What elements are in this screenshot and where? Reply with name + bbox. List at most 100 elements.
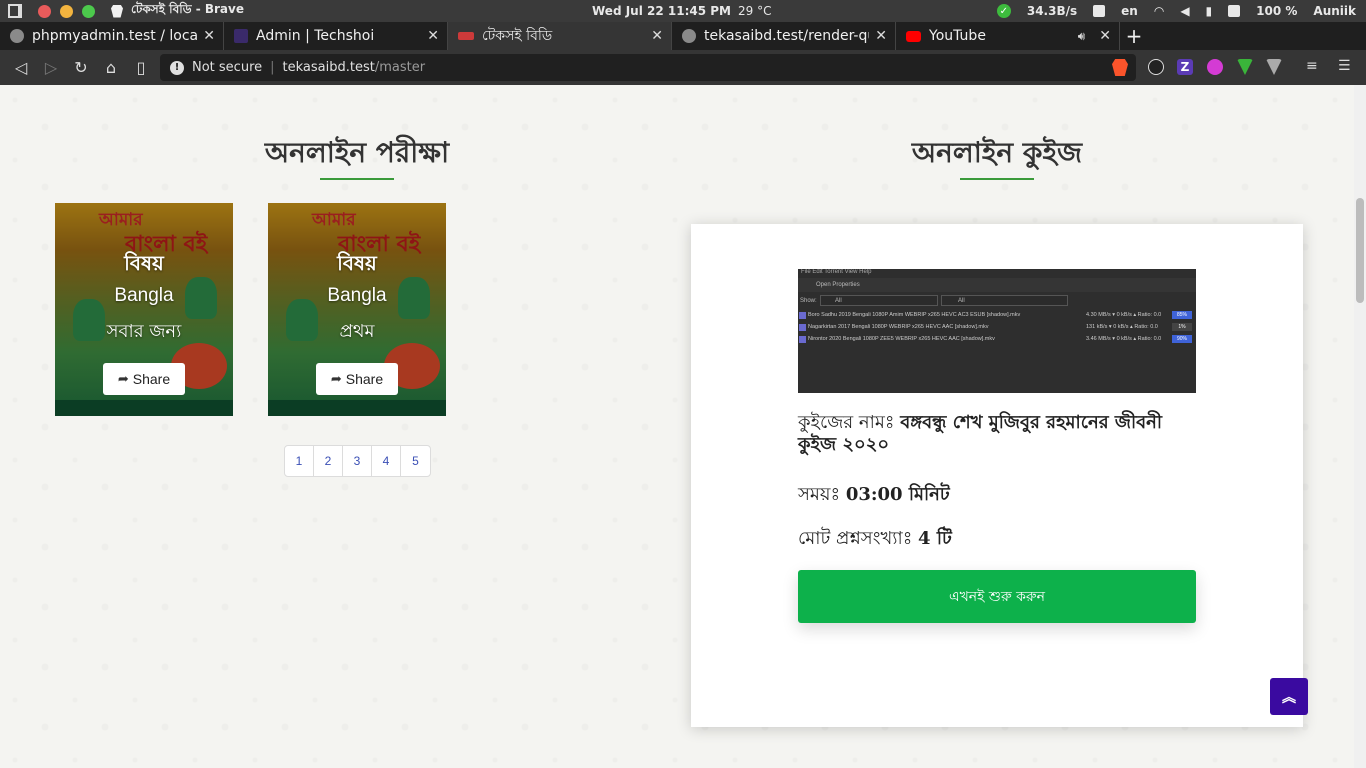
double-chevron-up-icon: ︽ (1282, 689, 1296, 706)
tab-strip: phpmyadmin.test / localho ✕ Admin | Tech… (0, 22, 1366, 50)
thumb-row-checkbox (799, 336, 806, 343)
url-path: /master (374, 60, 426, 75)
thumb-row-progress: 1% (1172, 323, 1192, 331)
tab-label: YouTube (929, 28, 986, 44)
share-button[interactable]: ➦ Share (103, 363, 185, 395)
quiz-name-label: কুইজের নামঃ (798, 412, 901, 433)
page-link-5[interactable]: 5 (401, 446, 430, 476)
exam-card[interactable]: আমার বাংলা বই বিষয় Bangla সবার জন্য ➦ S… (55, 203, 233, 416)
language-indicator[interactable]: en (1121, 4, 1138, 18)
scroll-to-top-button[interactable]: ︽ (1270, 678, 1308, 715)
page-link-4[interactable]: 4 (372, 446, 401, 476)
share-button[interactable]: ➦ Share (316, 363, 398, 395)
close-icon[interactable]: ✕ (651, 28, 663, 44)
user-menu[interactable]: Auniik (1313, 4, 1356, 18)
page-link-1[interactable]: 1 (285, 446, 314, 476)
brave-logo-icon (111, 4, 123, 18)
tab-tekasai-bd[interactable]: টেকসই বিডি ✕ (448, 22, 672, 50)
tab-admin-techshoi[interactable]: Admin | Techshoi ✕ (224, 22, 448, 50)
tab-render-question[interactable]: tekasaibd.test/render-que ✕ (672, 22, 896, 50)
divider: | (270, 60, 275, 75)
thumb-row: Nirontor 2020 Bengali 1080P ZEE5 WEBRIP … (798, 334, 1196, 345)
extension-icon[interactable] (1207, 59, 1223, 75)
tab-label: tekasaibd.test/render-que (704, 28, 870, 44)
quiz-card: File Edit Torrent View Help Open Propert… (691, 224, 1303, 727)
tab-label: phpmyadmin.test / localho (32, 28, 198, 44)
close-icon[interactable]: ✕ (875, 28, 887, 44)
microphone-icon[interactable]: ▮ (1206, 4, 1213, 18)
playlist-icon[interactable]: ≡ (1306, 58, 1322, 74)
system-clock[interactable]: Wed Jul 22 11:45 PM (592, 4, 731, 18)
extension-icon[interactable] (1148, 59, 1164, 75)
page-link-2[interactable]: 2 (314, 446, 343, 476)
thumb-row-checkbox (799, 312, 806, 319)
close-icon[interactable]: ✕ (203, 28, 215, 44)
volume-icon[interactable]: ◀ (1180, 4, 1189, 18)
quiz-count-label: মোট প্রশ্নসংখ্যাঃ (798, 528, 919, 549)
new-tab-button[interactable]: + (1120, 22, 1148, 50)
activities-icon[interactable] (8, 4, 22, 18)
thumb-row-speed: 131 kB/s ▾ 0 kB/s ▴ Ratio: 0.0 (1086, 324, 1158, 330)
battery-percent: 100 % (1256, 4, 1298, 18)
thumb-row-speed: 3.46 MB/s ▾ 0 kB/s ▴ Ratio: 0.0 (1086, 336, 1162, 342)
thumb-row: Boro Sadhu 2019 Bengali 1080P Amim WEBRI… (798, 310, 1196, 321)
wifi-icon[interactable]: ◠ (1154, 4, 1164, 18)
window-close-button[interactable] (38, 4, 51, 18)
card-subject: Bangla (114, 285, 174, 306)
tab-youtube[interactable]: YouTube 🔊︎ ✕ (896, 22, 1120, 50)
quiz-time-label: সময়ঃ (798, 484, 846, 505)
page-scrollbar[interactable] (1354, 85, 1366, 768)
info-icon[interactable]: ! (170, 60, 184, 75)
browser-toolbar: ◁ ▷ ↻ ⌂ ▯ ! Not secure | tekasaibd.test /… (0, 50, 1366, 85)
forward-button[interactable]: ▷ (36, 58, 66, 77)
window-maximize-button[interactable] (82, 4, 95, 18)
tab-phpmyadmin[interactable]: phpmyadmin.test / localho ✕ (0, 22, 224, 50)
scrollbar-thumb[interactable] (1356, 198, 1364, 303)
weather-indicator[interactable]: 29 °C (738, 4, 771, 18)
thumb-row-speed: 4.30 MB/s ▾ 0 kB/s ▴ Ratio: 0.0 (1086, 312, 1162, 318)
screenshot-tray-icon[interactable] (1093, 5, 1106, 17)
thumb-row-name: Nirontor 2020 Bengali 1080P ZEE5 WEBRIP … (808, 336, 995, 342)
globe-icon (682, 29, 696, 43)
reload-button[interactable]: ↻ (66, 58, 96, 77)
card-subject: Bangla (327, 285, 387, 306)
window-minimize-button[interactable] (60, 4, 73, 18)
quiz-thumbnail[interactable]: File Edit Torrent View Help Open Propert… (798, 269, 1196, 393)
close-icon[interactable]: ✕ (1099, 28, 1111, 44)
thumb-row-name: Nagarkirtan 2017 Bengali 1080P WEBRIP x2… (808, 324, 989, 330)
tab-label: টেকসই বিডি (482, 28, 553, 44)
card-level: প্রথম (339, 321, 375, 342)
thumb-filter: All (820, 295, 938, 306)
start-quiz-button[interactable]: এখনই শুরু করুন (798, 570, 1196, 623)
page-link-3[interactable]: 3 (343, 446, 372, 476)
home-button[interactable]: ⌂ (96, 58, 126, 77)
close-icon[interactable]: ✕ (427, 28, 439, 44)
quiz-section-title: অনলাইন কুইজ (911, 136, 1083, 169)
title-underline (320, 178, 394, 180)
url-host: tekasaibd.test (282, 60, 375, 75)
thumb-row-progress: 90% (1172, 335, 1192, 343)
menu-icon[interactable]: ☰ (1338, 58, 1354, 74)
brave-shields-icon[interactable] (1112, 59, 1128, 76)
youtube-icon (906, 30, 921, 42)
zotero-icon[interactable]: Z (1177, 59, 1193, 75)
quiz-time-value: 03:00 মিনিট (845, 484, 950, 505)
bookmark-icon[interactable]: ▯ (126, 58, 156, 77)
back-button[interactable]: ◁ (6, 58, 36, 77)
battery-icon[interactable] (1228, 5, 1241, 17)
pagination: 1 2 3 4 5 (284, 445, 431, 477)
exam-card[interactable]: আমার বাংলা বই বিষয় Bangla প্রথম ➦ Share (268, 203, 446, 416)
extension-icon[interactable] (1266, 59, 1282, 75)
address-bar[interactable]: ! Not secure | tekasaibd.test/master (160, 54, 1136, 81)
net-speed: 34.3B/s (1026, 4, 1078, 18)
tab-label: Admin | Techshoi (256, 28, 375, 44)
site-icon (234, 29, 248, 43)
page-viewport: অনলাইন পরীক্ষা আমার বাংলা বই বিষয় Bangl… (0, 85, 1366, 768)
thumb-menu: File Edit Torrent View Help (801, 269, 872, 275)
security-label[interactable]: Not secure (192, 60, 262, 75)
audio-playing-icon[interactable]: 🔊︎ (1078, 29, 1086, 44)
card-heading: বিষয় (124, 251, 164, 275)
update-check-icon[interactable]: ✓ (996, 4, 1011, 18)
extension-icon[interactable] (1237, 59, 1253, 75)
thumb-row-progress: 85% (1172, 311, 1192, 319)
